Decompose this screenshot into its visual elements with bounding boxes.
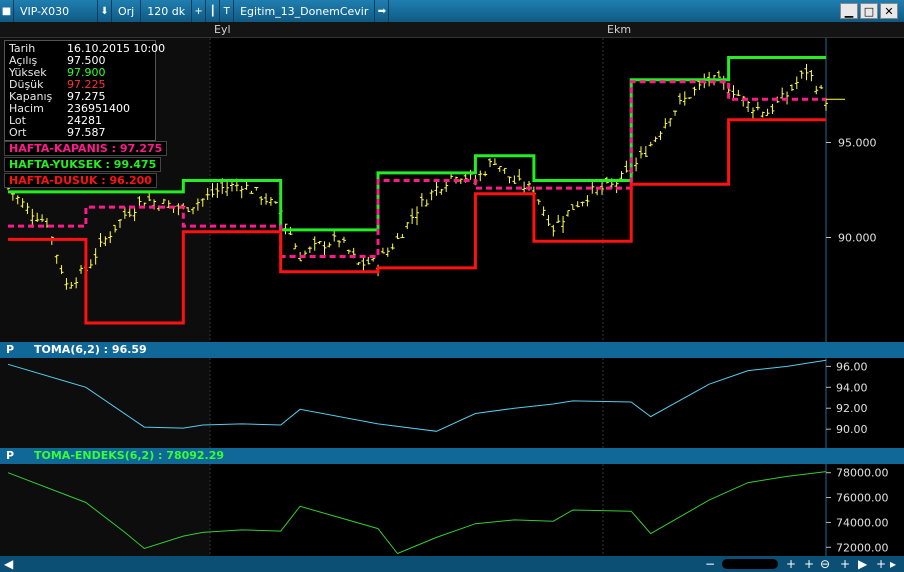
chart-menu-icon[interactable]: ■ [0, 0, 14, 22]
toma-endeks-panel-title[interactable]: P TOMA-ENDEKS(6,2) : 78092.29 [0, 448, 904, 464]
template-selector[interactable]: Egitim_13_DonemCevir [234, 0, 376, 22]
date-label-eyl: Eyl [214, 23, 231, 36]
toma-indicator-name: TOMA(6,2) : 96.59 [34, 343, 147, 356]
scroll-thumb[interactable] [722, 559, 778, 569]
legend-hafta-yuksek[interactable]: HAFTA-YUKSEK : 99.475 [4, 157, 162, 172]
y-tick-label: 74000.00 [836, 516, 889, 529]
y-tick-label: 78000.00 [836, 467, 889, 480]
y-tick-label: 94.00 [836, 381, 868, 394]
y-tick-label: 90.00 [836, 423, 868, 436]
y-tick-label: 92.00 [836, 402, 868, 415]
add-icon[interactable]: + [804, 556, 814, 572]
settings-icon[interactable]: ▸ [890, 556, 896, 572]
date-label-ekm: Ekm [607, 23, 632, 36]
info-key: Ort [9, 126, 27, 139]
fit-icon[interactable]: + [876, 556, 886, 572]
toolbar: ■ VIP-X030 ⬇ Orj 120 dk + ┃ T Egitim_13_… [0, 0, 904, 22]
date-axis: Eyl Ekm [0, 22, 904, 38]
minimize-button[interactable]: ▁ [840, 3, 858, 19]
download-arrow-icon[interactable]: ⬇ [98, 0, 112, 22]
scroll-left-icon[interactable]: ◀ [4, 556, 13, 572]
zoom-slider-icon[interactable]: ⊖ [820, 556, 830, 572]
period-selector[interactable]: 120 dk [141, 0, 193, 22]
close-button[interactable]: ✕ [880, 3, 898, 19]
zoom-in-icon[interactable]: + [786, 556, 796, 572]
scroll-right-icon[interactable]: ▶ [858, 556, 867, 572]
plus-icon[interactable]: + [192, 0, 207, 22]
bottom-scrollbar[interactable]: ◀ − + + ⊖ + ▶ + ▸ [0, 556, 904, 572]
toma-endeks-chart[interactable]: 78000.00 76000.00 74000.00 72000.00 [0, 464, 904, 556]
add-panel-icon[interactable]: + [840, 556, 850, 572]
ohlc-info-box: Tarih 16.10.2015 10:00 Açılış 97.500 Yük… [4, 40, 165, 141]
y-tick-label: 76000.00 [836, 492, 889, 505]
mode-selector[interactable]: Orj [112, 0, 142, 22]
info-value: 97.587 [67, 126, 106, 139]
forward-arrow-icon[interactable]: ➡ [375, 0, 390, 22]
y-tick-label: 90.000 [838, 232, 877, 245]
legend-hafta-dusuk[interactable]: HAFTA-DUSUK : 96.200 [4, 173, 157, 188]
panel-p-label: P [6, 343, 15, 356]
toma-panel-title[interactable]: P TOMA(6,2) : 96.59 [0, 342, 904, 358]
y-tick-label: 72000.00 [836, 541, 889, 554]
y-tick-label: 96.00 [836, 360, 868, 373]
text-tool-icon[interactable]: T [220, 0, 235, 22]
crosshair-icon[interactable]: ┃ [206, 0, 221, 22]
zoom-out-icon[interactable]: − [705, 556, 715, 572]
panel-p-label: P [6, 449, 15, 462]
symbol-selector[interactable]: VIP-X030 [14, 0, 98, 22]
toma-chart[interactable]: 96.00 94.00 92.00 90.00 [0, 358, 904, 448]
toma-endeks-indicator-name: TOMA-ENDEKS(6,2) : 78092.29 [34, 449, 225, 462]
legend-hafta-kapanis[interactable]: HAFTA-KAPANIS : 97.275 [4, 141, 168, 156]
maximize-button[interactable]: □ [860, 3, 878, 19]
y-tick-label: 95.000 [838, 137, 877, 150]
